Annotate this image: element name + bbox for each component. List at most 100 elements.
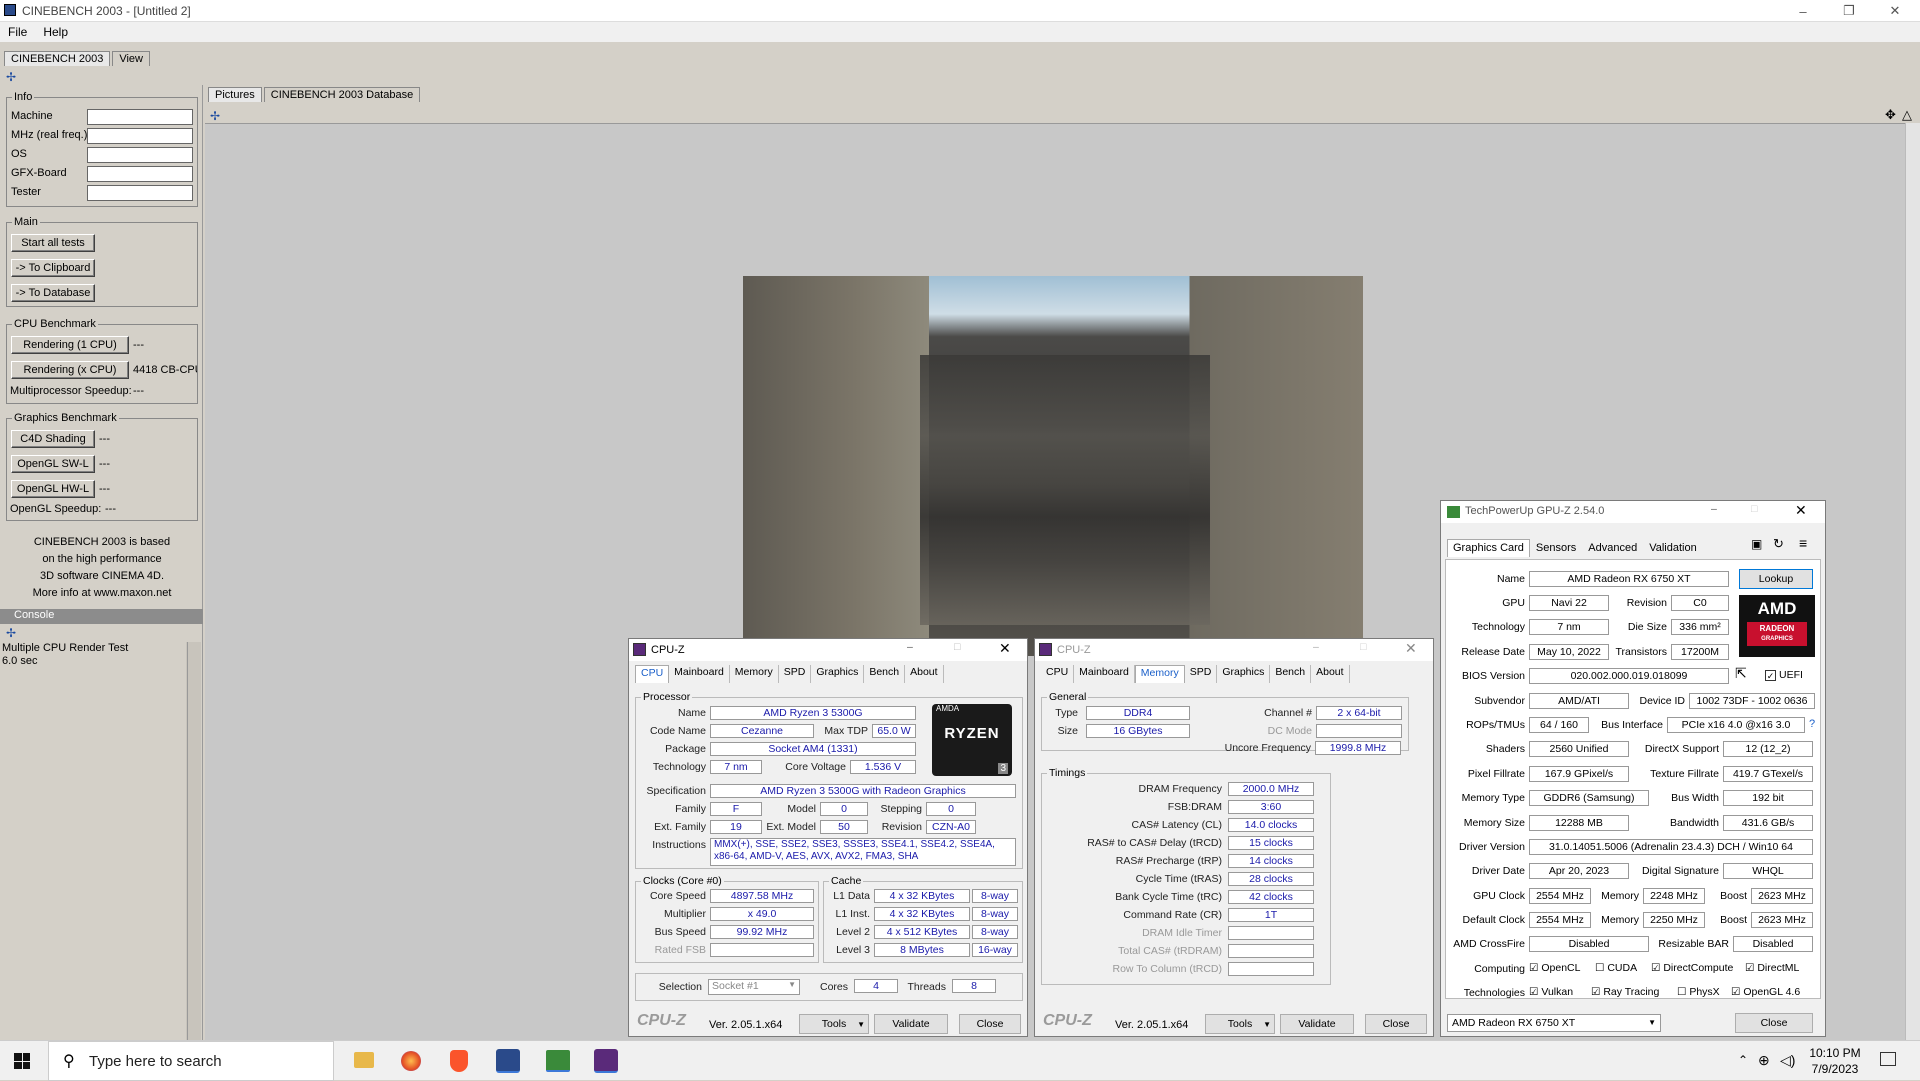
- cpuz1-tools-button[interactable]: Tools ▼: [799, 1014, 869, 1034]
- notification-icon[interactable]: [1880, 1052, 1896, 1066]
- file-explorer-icon[interactable]: [354, 1052, 374, 1068]
- globe-icon[interactable]: ⊕: [1758, 1052, 1770, 1069]
- cpuz2-validate-button[interactable]: Validate: [1280, 1014, 1354, 1034]
- rendering-xcpu-button[interactable]: Rendering (x CPU): [11, 361, 129, 379]
- cpuz2-tab-mainboard[interactable]: Mainboard: [1074, 665, 1135, 683]
- console-scrollbar[interactable]: [187, 642, 201, 1040]
- lookup-button[interactable]: Lookup: [1739, 569, 1813, 589]
- opencl-checkbox[interactable]: ☑: [1529, 962, 1538, 974]
- cpuz1-validate-button[interactable]: Validate: [874, 1014, 948, 1034]
- cpuz2-tab-spd[interactable]: SPD: [1185, 665, 1218, 683]
- move-icon[interactable]: ✥: [1885, 107, 1896, 123]
- clock[interactable]: 10:10 PM 7/9/2023: [1800, 1045, 1870, 1077]
- cpuz1-tab-about[interactable]: About: [905, 665, 944, 683]
- cpuz1-tab-memory[interactable]: Memory: [730, 665, 779, 683]
- chevron-up-icon[interactable]: ⌃: [1738, 1053, 1748, 1067]
- start-all-tests-button[interactable]: Start all tests: [11, 234, 95, 252]
- volume-icon[interactable]: ◁): [1780, 1052, 1795, 1069]
- viewport-scrollbar[interactable]: [1905, 123, 1920, 1040]
- minimize-button[interactable]: –: [1780, 0, 1826, 22]
- os-input[interactable]: [87, 147, 193, 163]
- opengl-swl-button[interactable]: OpenGL SW-L: [11, 455, 95, 473]
- mhz-input[interactable]: [87, 128, 193, 144]
- computing-directml[interactable]: ☑ DirectML: [1745, 962, 1799, 974]
- restore-button[interactable]: ❐: [1826, 0, 1872, 22]
- directml-checkbox[interactable]: ☑: [1745, 962, 1754, 974]
- camera-icon[interactable]: △: [1902, 107, 1912, 123]
- camera-icon[interactable]: ▣: [1751, 537, 1762, 551]
- tab-cinebench[interactable]: CINEBENCH 2003: [4, 51, 111, 66]
- to-database-button[interactable]: -> To Database: [11, 284, 95, 302]
- cpuz2-minimize-button[interactable]: –: [1313, 641, 1319, 653]
- gpuz-close-button[interactable]: ✕: [1795, 502, 1807, 519]
- to-clipboard-button[interactable]: -> To Clipboard: [11, 259, 95, 277]
- close-button[interactable]: ✕: [1872, 0, 1918, 22]
- menu-icon[interactable]: ≡: [1799, 535, 1807, 551]
- console-pin-icon[interactable]: ✢: [6, 626, 16, 640]
- directcompute-checkbox[interactable]: ☑: [1651, 962, 1660, 974]
- taskbar-search-box[interactable]: ⚲ Type here to search: [48, 1041, 334, 1081]
- cpuz2-close-btn[interactable]: Close: [1365, 1014, 1427, 1034]
- cpuz1-minimize-button[interactable]: –: [907, 641, 913, 653]
- refresh-icon[interactable]: ↻: [1773, 536, 1784, 552]
- computing-cuda[interactable]: ☐ CUDA: [1595, 962, 1637, 974]
- cpuz2-tab-memory[interactable]: Memory: [1134, 665, 1185, 683]
- tab-view[interactable]: View: [112, 51, 150, 66]
- selection-dropdown[interactable]: Socket #1 ▼: [708, 979, 800, 995]
- tech-physx[interactable]: ☐ PhysX: [1677, 986, 1720, 998]
- cpuz1-close-btn[interactable]: Close: [959, 1014, 1021, 1034]
- cpuz-taskbar-icon[interactable]: [594, 1049, 618, 1073]
- gpuz-maximize-button[interactable]: □: [1751, 503, 1757, 515]
- gpu-select-dropdown[interactable]: AMD Radeon RX 6750 XT ▼: [1447, 1014, 1661, 1032]
- cpuz1-maximize-button[interactable]: □: [954, 641, 960, 653]
- computing-opencl[interactable]: ☑ OpenCL: [1529, 962, 1580, 974]
- cpuz2-tab-about[interactable]: About: [1311, 665, 1350, 683]
- c4d-shading-button[interactable]: C4D Shading: [11, 430, 95, 448]
- uefi-checkbox[interactable]: ✓: [1765, 670, 1776, 681]
- cpuz1-tab-spd[interactable]: SPD: [779, 665, 812, 683]
- physx-checkbox[interactable]: ☐: [1677, 986, 1686, 998]
- cpuz2-tools-button[interactable]: Tools ▼: [1205, 1014, 1275, 1034]
- cpuz2-tab-cpu[interactable]: CPU: [1041, 665, 1075, 683]
- firefox-icon[interactable]: [401, 1051, 421, 1071]
- opengl-hwl-button[interactable]: OpenGL HW-L: [11, 480, 95, 498]
- share-icon[interactable]: ⇱: [1735, 665, 1747, 682]
- tech-vulkan[interactable]: ☑ Vulkan: [1529, 986, 1573, 998]
- tab-database[interactable]: CINEBENCH 2003 Database: [263, 87, 421, 102]
- pin-icon[interactable]: ✢: [6, 70, 16, 84]
- tech-ray-tracing[interactable]: ☑ Ray Tracing: [1591, 986, 1659, 998]
- gfx-board-input[interactable]: [87, 166, 193, 182]
- cpuz1-close-button[interactable]: ✕: [999, 640, 1011, 657]
- cpuz2-tab-graphics[interactable]: Graphics: [1217, 665, 1271, 683]
- cpuz1-tab-cpu[interactable]: CPU: [635, 665, 670, 683]
- cpuz1-tab-mainboard[interactable]: Mainboard: [669, 665, 730, 683]
- opengl-checkbox[interactable]: ☑: [1731, 986, 1740, 998]
- cuda-checkbox[interactable]: ☐: [1595, 962, 1604, 974]
- brave-icon[interactable]: [450, 1050, 468, 1072]
- cpuz2-tab-bench[interactable]: Bench: [1270, 665, 1312, 683]
- tech-opengl[interactable]: ☑ OpenGL 4.6: [1731, 986, 1800, 998]
- gpuz-tab-graphics-card[interactable]: Graphics Card: [1447, 539, 1530, 557]
- gpuz-minimize-button[interactable]: –: [1711, 503, 1717, 515]
- vulkan-checkbox[interactable]: ☑: [1529, 986, 1538, 998]
- tab-pictures[interactable]: Pictures: [208, 87, 262, 102]
- gpuz-tab-advanced[interactable]: Advanced: [1582, 539, 1643, 557]
- windows-start-icon[interactable]: [14, 1053, 30, 1069]
- ray-tracing-checkbox[interactable]: ☑: [1591, 986, 1600, 998]
- rendering-1cpu-button[interactable]: Rendering (1 CPU): [11, 336, 129, 354]
- gpuz-taskbar-icon[interactable]: [546, 1050, 570, 1072]
- computing-directcompute[interactable]: ☑ DirectCompute: [1651, 962, 1733, 974]
- cinebench-taskbar-icon[interactable]: [496, 1049, 520, 1073]
- menu-help[interactable]: Help: [43, 25, 68, 39]
- gpuz-tab-validation[interactable]: Validation: [1643, 539, 1703, 557]
- cpuz1-tab-graphics[interactable]: Graphics: [811, 665, 865, 683]
- cpuz1-tab-bench[interactable]: Bench: [864, 665, 906, 683]
- cpuz2-close-button[interactable]: ✕: [1405, 640, 1417, 657]
- menu-file[interactable]: File: [8, 25, 27, 39]
- view-pin-icon[interactable]: ✢: [210, 109, 220, 123]
- tester-input[interactable]: [87, 185, 193, 201]
- gpuz-tab-sensors[interactable]: Sensors: [1530, 539, 1582, 557]
- machine-input[interactable]: [87, 109, 193, 125]
- bus-help-icon[interactable]: ?: [1809, 718, 1815, 730]
- cpuz2-maximize-button[interactable]: □: [1360, 641, 1366, 653]
